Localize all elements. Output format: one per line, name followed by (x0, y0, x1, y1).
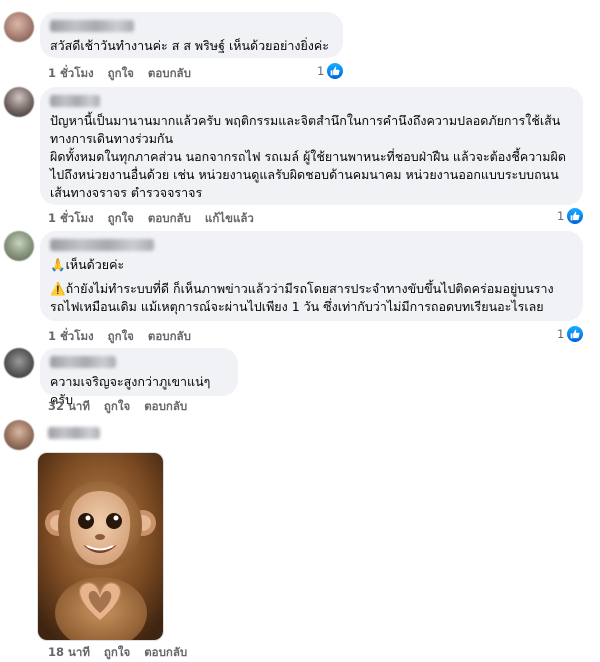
comment-actions: 32 นาที ถูกใจ ตอบกลับ (48, 398, 187, 416)
reply-link[interactable]: ตอบกลับ (148, 210, 191, 228)
commenter-name[interactable] (50, 95, 100, 107)
avatar[interactable] (4, 420, 34, 450)
comment-time[interactable]: 32 นาที (48, 398, 90, 416)
avatar[interactable] (4, 87, 34, 117)
comment-text: ปัญหานี้เป็นมานานมากแล้วครับ พฤติกรรมและ… (50, 113, 566, 200)
reaction-summary[interactable]: 1 (557, 326, 584, 342)
like-link[interactable]: ถูกใจ (108, 65, 134, 83)
like-icon (327, 63, 344, 79)
commenter-name[interactable] (50, 356, 116, 368)
like-link[interactable]: ถูกใจ (108, 328, 134, 346)
commenter-name[interactable] (50, 239, 154, 251)
comment-text: สวัสดีเช้าวันทำงานค่ะ ส ส พริษฐ์ เห็นด้ว… (50, 38, 329, 53)
like-link[interactable]: ถูกใจ (108, 210, 134, 228)
comment-time[interactable]: 18 นาที (48, 644, 90, 662)
commenter-name[interactable] (48, 427, 100, 439)
commenter-name[interactable] (50, 20, 134, 32)
reply-link[interactable]: ตอบกลับ (148, 65, 191, 83)
reaction-count: 1 (317, 64, 325, 78)
reaction-summary[interactable]: 1 (557, 208, 584, 224)
like-link[interactable]: ถูกใจ (104, 644, 130, 662)
avatar[interactable] (4, 12, 34, 42)
comment-bubble: 🙏เห็นด้วยค่ะ ⚠️ถ้ายังไม่ทำระบบที่ดี ก็เห… (40, 231, 583, 321)
reply-link[interactable]: ตอบกลับ (144, 398, 187, 416)
reaction-count: 1 (557, 209, 565, 223)
comment-actions: 1 ชั่วโมง ถูกใจ ตอบกลับ (48, 328, 191, 346)
comment-actions: 1 ชั่วโมง ถูกใจ ตอบกลับ (48, 65, 191, 83)
reply-link[interactable]: ตอบกลับ (148, 328, 191, 346)
like-icon (567, 208, 584, 224)
comment-bubble: ปัญหานี้เป็นมานานมากแล้วครับ พฤติกรรมและ… (40, 87, 583, 205)
reply-link[interactable]: ตอบกลับ (144, 644, 187, 662)
reaction-count: 1 (557, 327, 565, 341)
pray-icon: 🙏 (50, 257, 66, 272)
edited-label: แก้ไขแล้ว (204, 211, 254, 225)
comment-time[interactable]: 1 ชั่วโมง (48, 210, 94, 228)
like-link[interactable]: ถูกใจ (104, 398, 130, 416)
comment-time[interactable]: 1 ชั่วโมง (48, 328, 94, 346)
comment-bubble: ความเจริญจะสูงกว่าภูเขาแน่ๆครับ (40, 348, 238, 407)
comment-bubble: สวัสดีเช้าวันทำงานค่ะ ส ส พริษฐ์ เห็นด้ว… (40, 12, 343, 58)
comment-actions: 18 นาที ถูกใจ ตอบกลับ (48, 644, 187, 662)
avatar[interactable] (4, 231, 34, 261)
comment-line-1: 🙏เห็นด้วยค่ะ (50, 257, 125, 272)
reaction-summary[interactable]: 1 (317, 63, 344, 79)
comment-line-2: ⚠️ถ้ายังไม่ทำระบบที่ดี ก็เห็นภาพข่าวแล้ว… (50, 281, 554, 314)
monkey-sticker-image[interactable] (37, 452, 164, 641)
avatar[interactable] (4, 348, 34, 378)
comment-time[interactable]: 1 ชั่วโมง (48, 65, 94, 83)
like-icon (567, 326, 584, 342)
comment-actions: 1 ชั่วโมง ถูกใจ ตอบกลับ แก้ไขแล้ว (48, 210, 254, 228)
warning-icon: ⚠️ (50, 281, 66, 296)
